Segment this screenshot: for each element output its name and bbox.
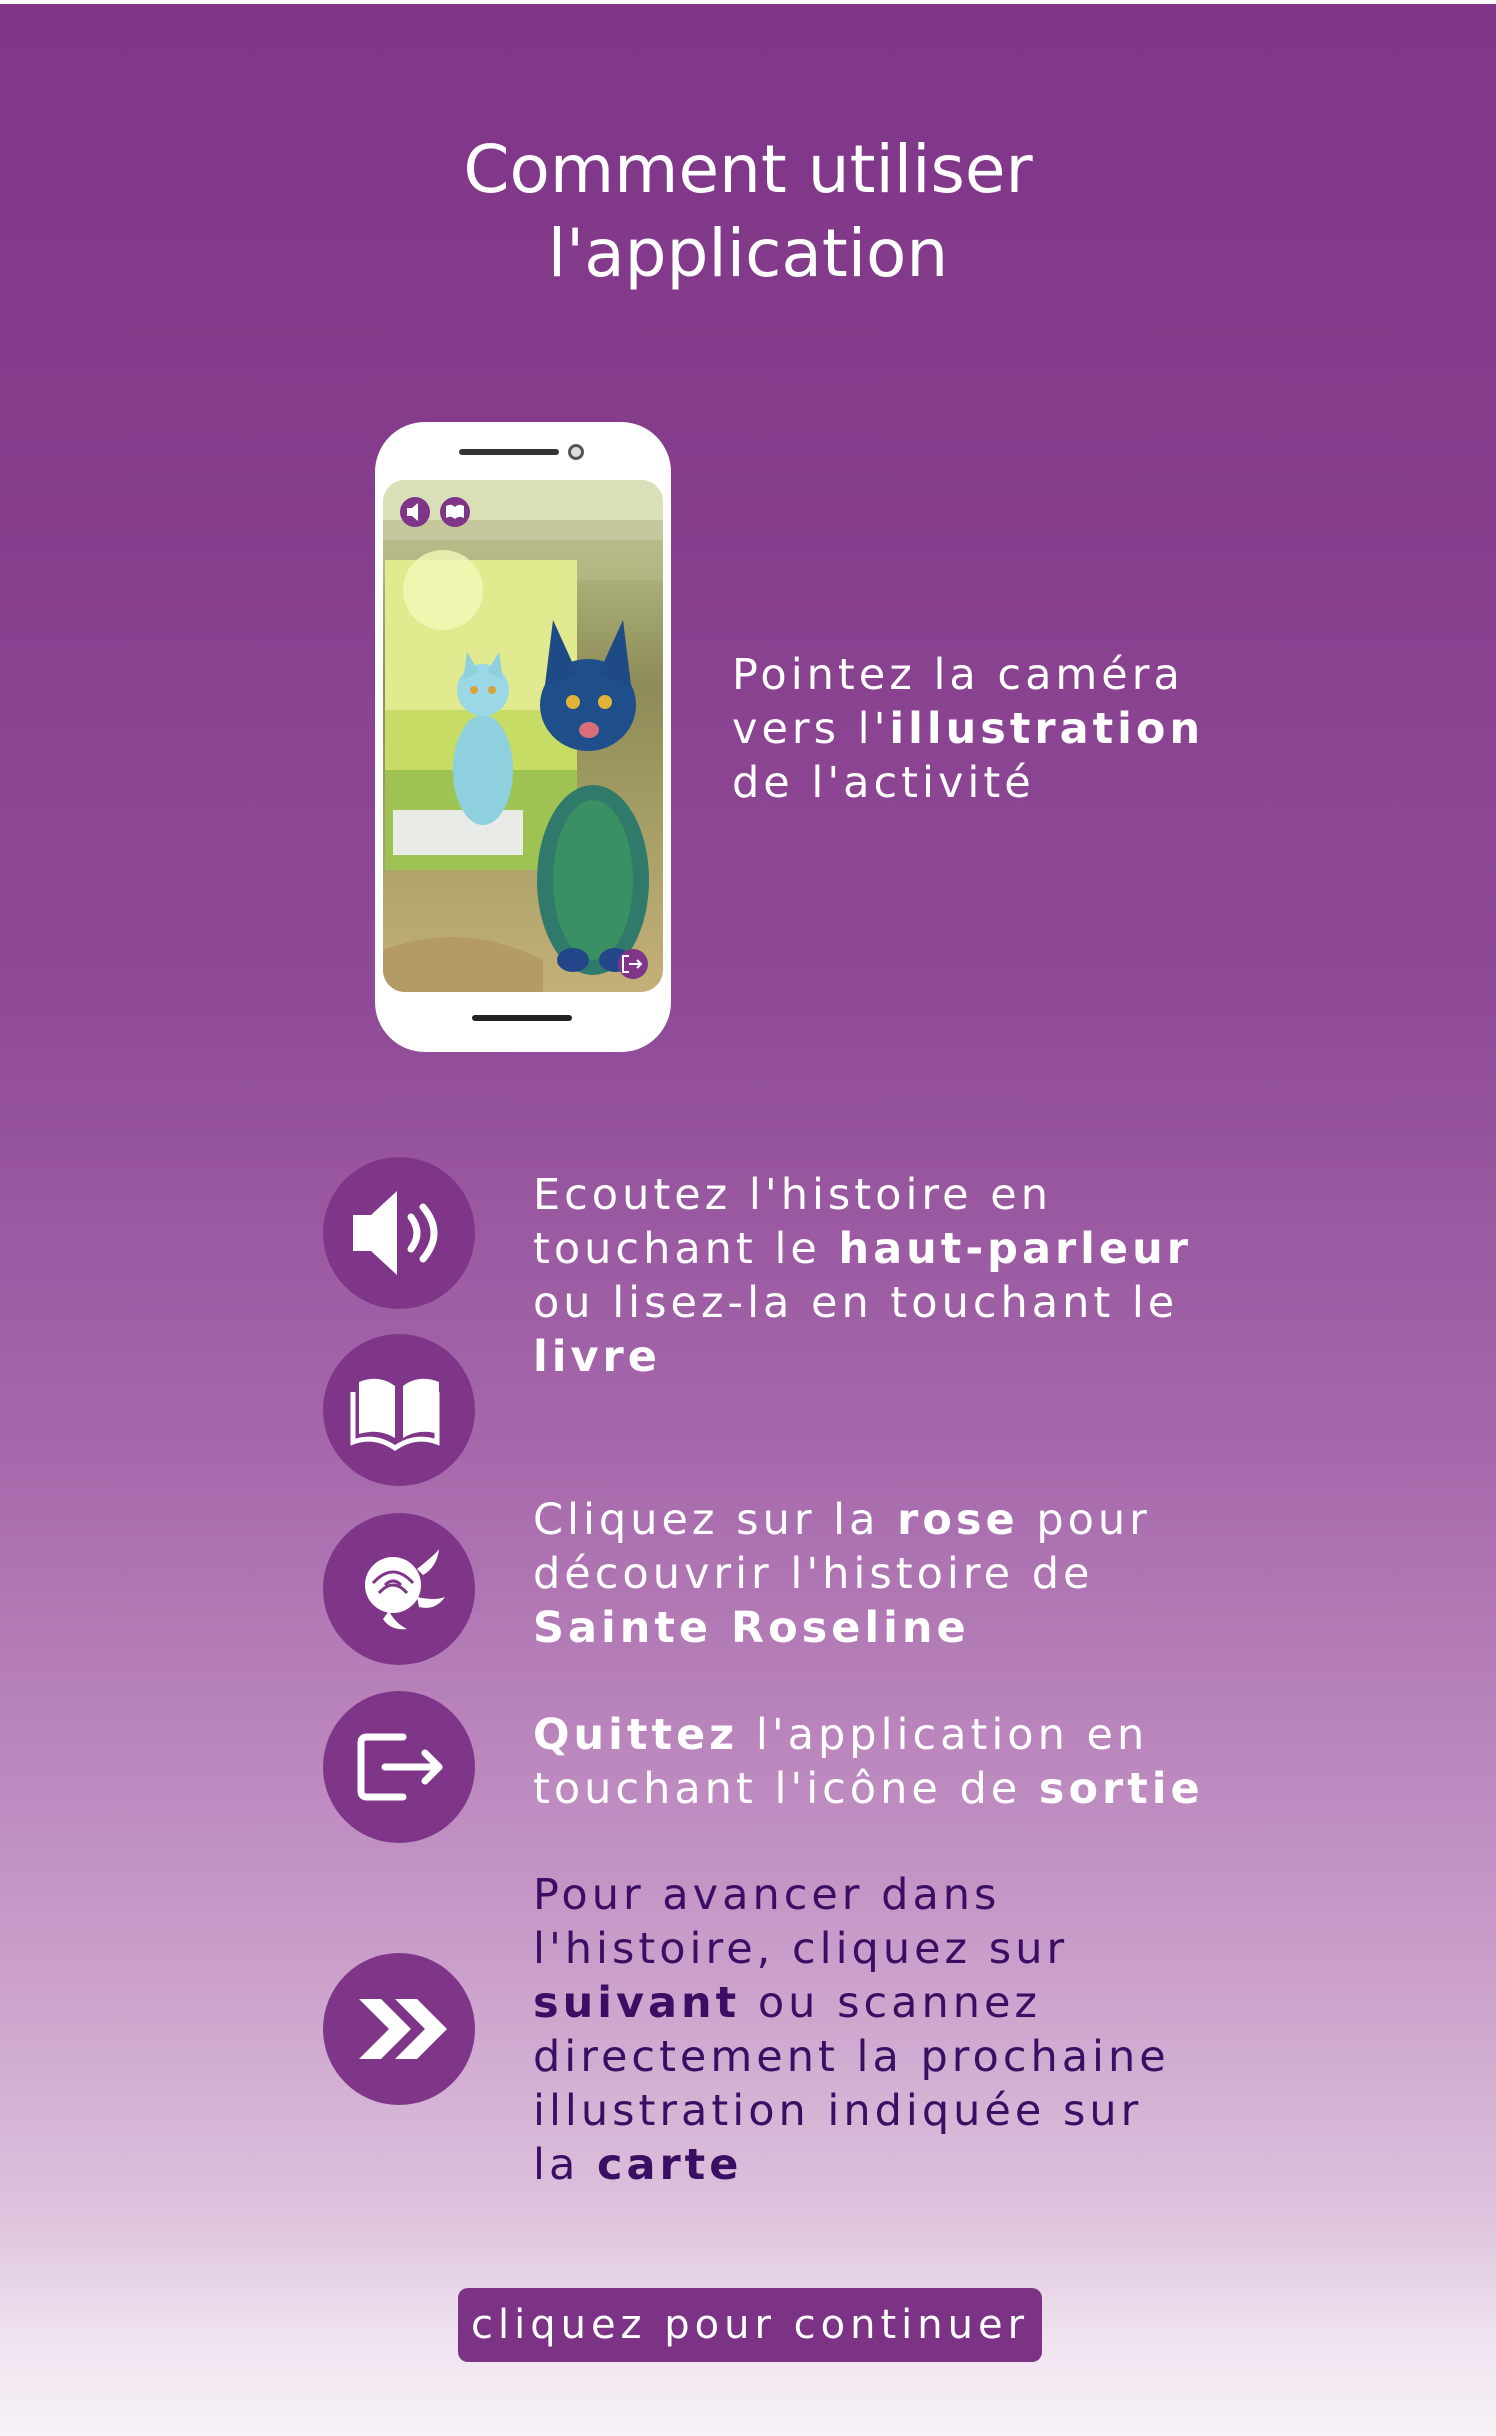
step-camera-illustration-keyword: illustration bbox=[889, 704, 1205, 754]
step-exit-line-2: touchant l'icône de bbox=[533, 1764, 1039, 1814]
step-next-line-4: directement la prochaine bbox=[533, 2032, 1170, 2082]
step-listen-line-1: Ecoutez l'histoire en bbox=[533, 1170, 1052, 1220]
step-rose-saint-name: Sainte Roseline bbox=[533, 1603, 970, 1653]
step-rose-line-2: découvrir l'histoire de bbox=[533, 1549, 1094, 1599]
ar-scene-image bbox=[383, 480, 663, 992]
step-next-line-6: la bbox=[533, 2140, 597, 2190]
how-to-use-screen: Comment utiliser l'application Pointez l… bbox=[0, 0, 1496, 2436]
step-camera-line-1: Pointez la caméra bbox=[732, 650, 1184, 700]
step-camera-line-3: de l'activité bbox=[732, 758, 1035, 808]
speaker-icon bbox=[323, 1157, 475, 1309]
rose-icon bbox=[323, 1513, 475, 1665]
step-exit-line-1-end: l'application en bbox=[738, 1710, 1149, 1760]
step-rose-line-1: Cliquez sur la bbox=[533, 1495, 898, 1545]
step-listen-book-keyword: livre bbox=[533, 1332, 661, 1382]
step-exit-text: Quittez l'application en touchant l'icôn… bbox=[533, 1708, 1204, 1816]
step-next-text: Pour avancer dans l'histoire, cliquez su… bbox=[533, 1868, 1170, 2192]
step-camera-text: Pointez la caméra vers l'illustration de… bbox=[732, 648, 1204, 810]
step-listen-text: Ecoutez l'histoire en touchant le haut-p… bbox=[533, 1168, 1192, 1384]
phone-screen bbox=[383, 480, 663, 992]
step-next-line-2: l'histoire, cliquez sur bbox=[533, 1924, 1069, 1974]
title-line-1: Comment utiliser bbox=[463, 131, 1033, 208]
step-next-line-1: Pour avancer dans bbox=[533, 1870, 1001, 1920]
step-listen-speaker-keyword: haut-parleur bbox=[838, 1224, 1192, 1274]
phone-ar-illustration bbox=[375, 422, 671, 1052]
continue-button[interactable]: cliquez pour continuer bbox=[458, 2288, 1042, 2362]
phone-camera-dot bbox=[568, 444, 584, 460]
step-exit-sortie-keyword: sortie bbox=[1038, 1764, 1204, 1814]
step-rose-line-1-end: pour bbox=[1018, 1495, 1151, 1545]
step-listen-line-2: touchant le bbox=[533, 1224, 839, 1274]
step-rose-keyword: rose bbox=[897, 1495, 1019, 1545]
step-listen-line-3: ou lisez-la en touchant le bbox=[533, 1278, 1179, 1328]
step-next-carte-keyword: carte bbox=[596, 2140, 743, 2190]
step-rose-text: Cliquez sur la rose pour découvrir l'his… bbox=[533, 1493, 1151, 1655]
page-title: Comment utiliser l'application bbox=[0, 128, 1496, 296]
double-chevron-right-icon bbox=[323, 1953, 475, 2105]
exit-icon bbox=[323, 1691, 475, 1843]
step-next-line-5: illustration indiquée sur bbox=[533, 2086, 1143, 2136]
book-icon bbox=[323, 1334, 475, 1486]
step-next-line-3-end: ou scannez bbox=[740, 1978, 1041, 2028]
step-camera-line-2: vers l' bbox=[732, 704, 890, 754]
phone-home-bar bbox=[472, 1015, 572, 1021]
step-next-suivant-keyword: suivant bbox=[533, 1978, 741, 2028]
phone-speaker-slot bbox=[459, 449, 559, 455]
title-line-2: l'application bbox=[547, 215, 949, 292]
step-exit-keyword: Quittez bbox=[533, 1710, 739, 1760]
